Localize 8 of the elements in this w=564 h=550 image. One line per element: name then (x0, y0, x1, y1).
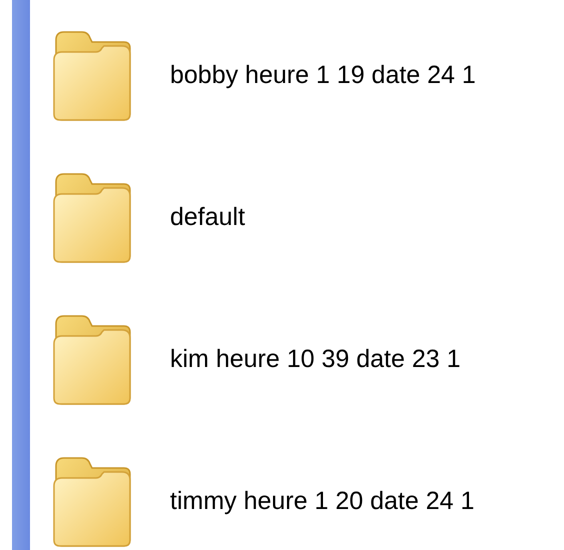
folder-icon[interactable] (52, 172, 132, 264)
folder-icon[interactable] (52, 30, 132, 122)
folder-icon[interactable] (52, 314, 132, 406)
folder-name[interactable]: bobby heure 1 19 date 24 1 (170, 61, 476, 90)
folder-icon[interactable] (52, 456, 132, 548)
folder-name[interactable]: timmy heure 1 20 date 24 1 (170, 487, 474, 516)
folder-name[interactable]: kim heure 10 39 date 23 1 (170, 345, 460, 374)
folder-name[interactable]: default (170, 203, 246, 232)
